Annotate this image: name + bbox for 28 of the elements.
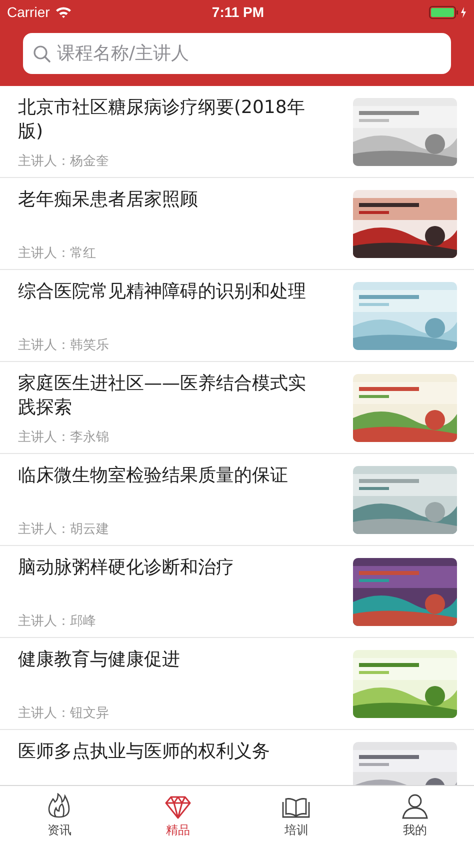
tab-item[interactable]: 资讯: [0, 786, 118, 843]
course-speaker: 主讲人：常红: [18, 245, 97, 263]
battery-icon: [428, 6, 469, 18]
status-time: 7:11 PM: [212, 4, 264, 20]
course-speaker: 主讲人：胡云建: [18, 521, 110, 539]
course-speaker: 主讲人：韩笑乐: [18, 337, 110, 355]
flame-icon: [47, 793, 72, 819]
course-title[interactable]: 临床微生物室检验结果质量的保证: [18, 464, 317, 488]
course-speaker: 主讲人：钮文异: [18, 705, 110, 723]
course-title[interactable]: 综合医院常见精神障碍的识别和处理: [18, 280, 317, 304]
book-icon: [282, 797, 310, 819]
course-title[interactable]: 家庭医生进社区——医养结合模式实践探索: [18, 372, 317, 420]
course-speaker: 主讲人：李永锦: [18, 429, 110, 447]
course-title[interactable]: 脑动脉粥样硬化诊断和治疗: [18, 556, 317, 580]
course-speaker: 主讲人：邱峰: [18, 613, 97, 631]
tab-item[interactable]: 我的: [356, 786, 474, 843]
tab-item[interactable]: 精品: [118, 786, 237, 843]
course-title[interactable]: 健康教育与健康促进: [18, 648, 317, 672]
course-title[interactable]: 北京市社区糖尿病诊疗纲要(2018年版): [18, 96, 317, 144]
tab-item[interactable]: 培训: [237, 786, 356, 843]
course-title[interactable]: 医师多点执业与医师的权利义务: [18, 740, 317, 764]
person-icon: [402, 793, 428, 819]
carrier-name: Carrier: [7, 4, 50, 20]
course-title[interactable]: 老年痴呆患者居家照顾: [18, 188, 317, 212]
wifi-icon: [54, 6, 72, 18]
search-field[interactable]: 课程名称/主讲人: [23, 33, 451, 74]
course-speaker: 主讲人：杨金奎: [18, 153, 110, 171]
diamond-icon: [164, 795, 191, 819]
